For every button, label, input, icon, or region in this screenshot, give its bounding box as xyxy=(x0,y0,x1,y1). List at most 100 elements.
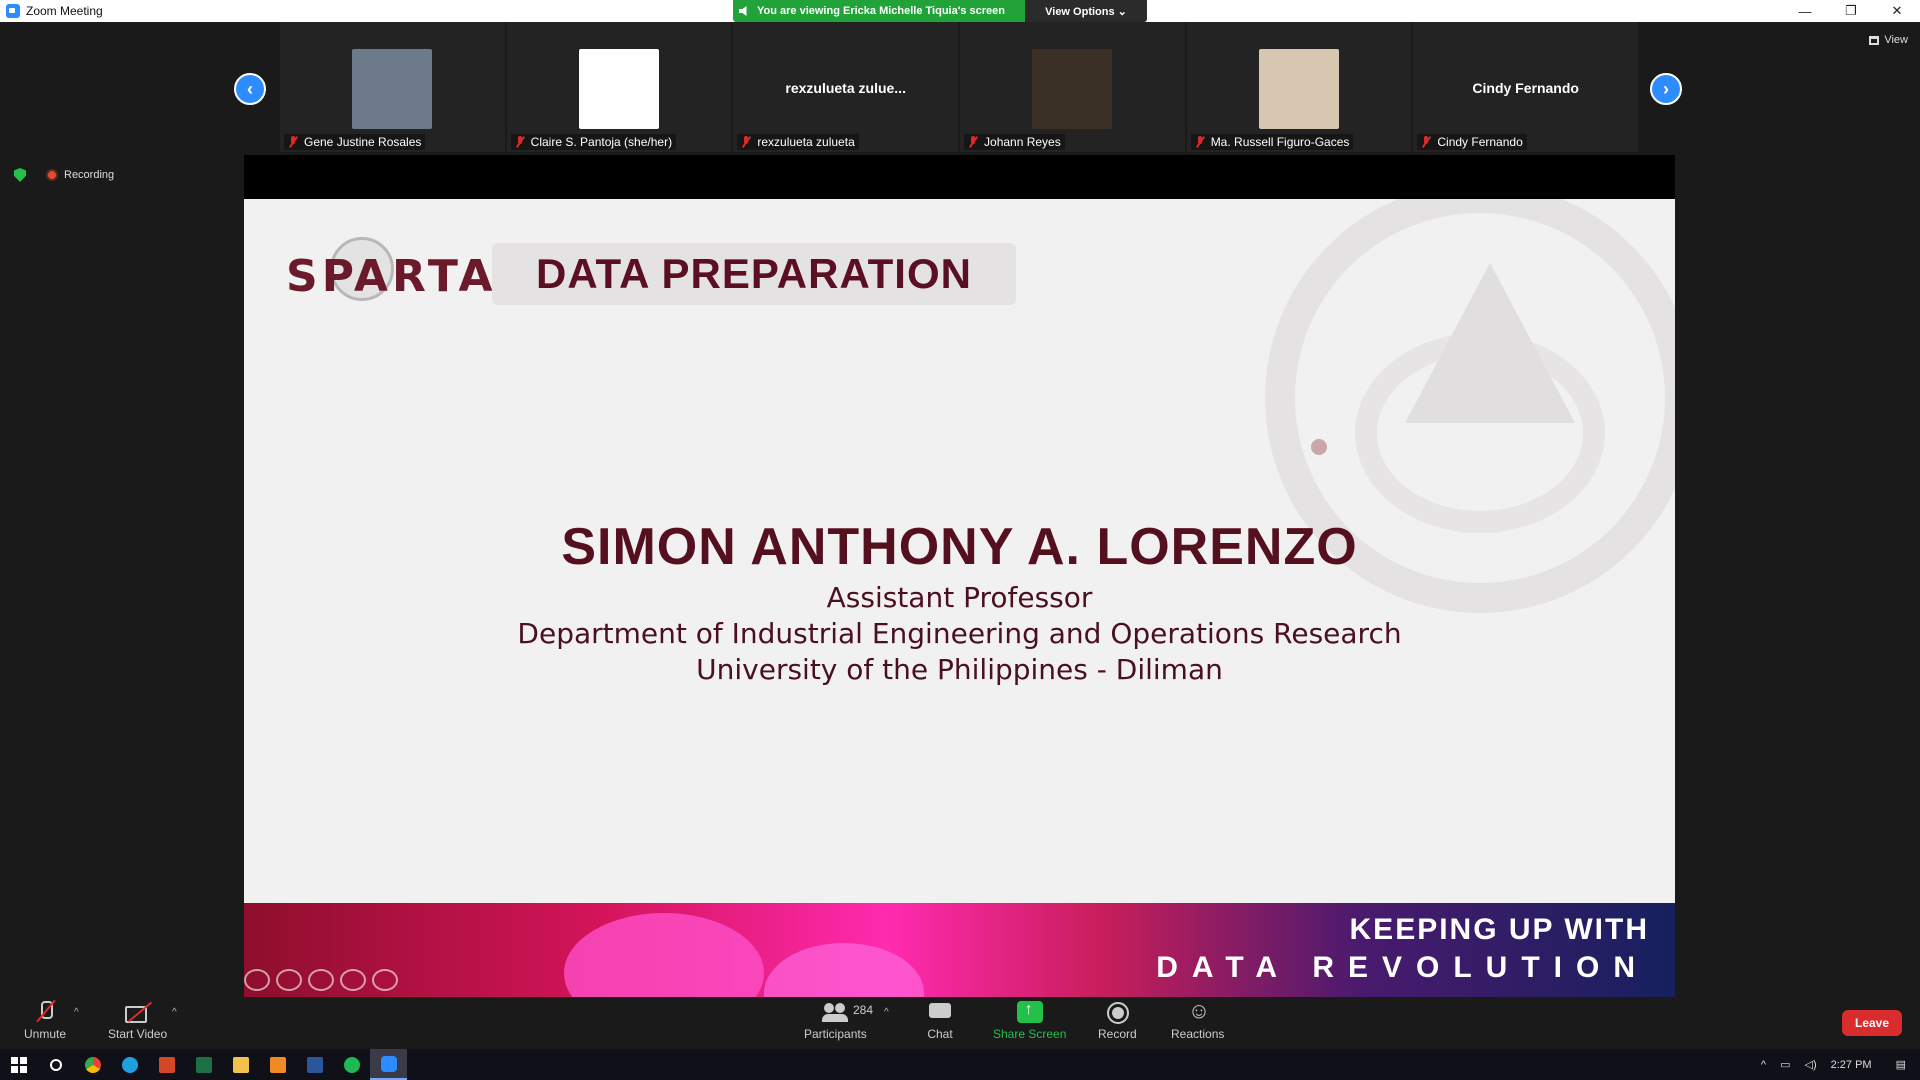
recording-label: Recording xyxy=(64,169,115,181)
section-title-box: DATA PREPARATION xyxy=(492,243,1016,305)
participant-tile[interactable]: Ma. Russell Figuro-Gaces xyxy=(1186,22,1412,152)
participant-label: Ma. Russell Figuro-Gaces xyxy=(1190,134,1354,150)
viewing-text: You are viewing Ericka Michelle Tiquia's… xyxy=(757,5,1005,17)
folder-icon xyxy=(232,1056,249,1073)
record-label: Record xyxy=(1098,1027,1137,1041)
speaker-university: University of the Philippines - Diliman xyxy=(696,653,1223,686)
viewing-banner: You are viewing Ericka Michelle Tiquia's… xyxy=(733,0,1147,22)
windows-logo-icon xyxy=(10,1056,27,1073)
gallery-next-button[interactable]: › xyxy=(1650,73,1682,105)
pen-icon[interactable] xyxy=(276,969,302,991)
shared-screen: SPARTA DATA PREPARATION SIMON ANTHONY A.… xyxy=(244,155,1675,997)
shield-icon[interactable] xyxy=(14,168,26,182)
start-video-button[interactable]: Start Video xyxy=(108,1001,167,1041)
leave-button[interactable]: Leave xyxy=(1842,1010,1902,1036)
window-controls: — ❐ ✕ xyxy=(1782,0,1920,22)
restore-button[interactable]: ❐ xyxy=(1828,0,1874,22)
muted-microphone-icon xyxy=(1195,136,1205,148)
speaker-icon xyxy=(739,6,747,16)
volume-icon[interactable]: ◁) xyxy=(1805,1058,1817,1071)
participant-tile[interactable]: rexzulueta zulue... rexzulueta zulueta xyxy=(733,22,959,152)
reactions-label: Reactions xyxy=(1171,1027,1225,1041)
notifications-icon[interactable]: ▤ xyxy=(1896,1058,1906,1071)
muted-microphone-icon xyxy=(741,136,751,148)
participant-name: rexzulueta zulueta xyxy=(757,135,855,149)
share-screen-label: Share Screen xyxy=(993,1027,1067,1041)
network-icon[interactable]: ▭ xyxy=(1780,1058,1790,1071)
more-options-icon[interactable] xyxy=(340,969,366,991)
taskbar-spotify[interactable] xyxy=(333,1049,370,1080)
unmute-button[interactable]: Unmute xyxy=(24,1001,66,1041)
gallery-prev-button[interactable]: ‹ xyxy=(234,73,266,105)
slides-icon[interactable] xyxy=(308,969,334,991)
sparta-logo: SPARTA xyxy=(286,251,497,302)
grid-icon xyxy=(1869,35,1880,45)
taskbar-excel[interactable] xyxy=(185,1049,222,1080)
reactions-button[interactable]: Reactions xyxy=(1171,998,1225,1041)
windows-taskbar: ^ ▭ ◁) 2:27 PM ▤ xyxy=(0,1049,1920,1080)
participant-video xyxy=(1032,49,1113,129)
powerpoint-icon xyxy=(158,1056,175,1073)
record-button[interactable]: Record xyxy=(1098,1001,1137,1041)
participant-label: Cindy Fernando xyxy=(1417,134,1527,150)
banner-line-1: KEEPING UP WITH xyxy=(1349,913,1649,946)
participant-video xyxy=(578,49,659,129)
meeting-toolbar: Unmute ^ Start Video ^ Participants 284 … xyxy=(0,997,1920,1049)
participant-label: Johann Reyes xyxy=(964,134,1065,150)
slide-footer-banner: KEEPING UP WITH DATA REVOLUTION xyxy=(244,903,1675,997)
participant-name: Claire S. Pantoja (she/her) xyxy=(530,135,673,149)
window-title: Zoom Meeting xyxy=(26,4,103,18)
zoom-icon xyxy=(380,1055,397,1072)
meeting-status: Recording xyxy=(14,168,114,182)
share-screen-button[interactable]: Share Screen xyxy=(993,1001,1066,1041)
view-button[interactable]: View xyxy=(1869,34,1908,46)
participant-tile[interactable]: Claire S. Pantoja (she/her) xyxy=(506,22,732,152)
unmute-label: Unmute xyxy=(24,1027,67,1041)
close-button[interactable]: ✕ xyxy=(1874,0,1920,22)
taskbar-sublime[interactable] xyxy=(259,1049,296,1080)
banner-line-2: DATA REVOLUTION xyxy=(1156,951,1649,984)
word-icon xyxy=(306,1056,323,1073)
taskbar-edge[interactable] xyxy=(111,1049,148,1080)
chat-icon xyxy=(927,1001,953,1023)
chat-button[interactable]: Chat xyxy=(927,1001,953,1041)
video-options-chevron-icon[interactable]: ^ xyxy=(172,1007,177,1018)
sublime-icon xyxy=(269,1056,286,1073)
record-icon xyxy=(1104,1001,1130,1024)
participant-tile[interactable]: Gene Justine Rosales xyxy=(280,22,505,152)
muted-microphone-icon xyxy=(32,1001,58,1023)
taskbar-file-explorer[interactable] xyxy=(222,1049,259,1080)
participant-tile-name: rexzulueta zulue... xyxy=(785,80,906,96)
next-slide-icon[interactable] xyxy=(372,969,398,991)
chat-label: Chat xyxy=(927,1027,953,1041)
viewing-status: You are viewing Ericka Michelle Tiquia's… xyxy=(733,0,1025,22)
participant-name: Gene Justine Rosales xyxy=(304,135,422,149)
participant-name: Cindy Fernando xyxy=(1437,135,1523,149)
minimize-button[interactable]: — xyxy=(1782,0,1828,22)
audio-options-chevron-icon[interactable]: ^ xyxy=(74,1007,79,1018)
participant-name: Ma. Russell Figuro-Gaces xyxy=(1210,135,1350,149)
previous-slide-icon[interactable] xyxy=(244,969,270,991)
start-button[interactable] xyxy=(0,1049,37,1080)
spotify-icon xyxy=(343,1056,360,1073)
participant-label: rexzulueta zulueta xyxy=(737,134,859,150)
recording-dot-icon xyxy=(46,169,58,181)
taskbar-zoom[interactable] xyxy=(370,1049,407,1080)
view-options-button[interactable]: View Options ⌄ xyxy=(1025,0,1147,22)
muted-microphone-icon xyxy=(1421,136,1431,148)
participants-count: 284 xyxy=(853,1003,874,1017)
participant-tile-name: Cindy Fernando xyxy=(1472,80,1579,96)
taskbar-powerpoint[interactable] xyxy=(148,1049,185,1080)
search-icon xyxy=(49,1058,62,1071)
taskbar-search[interactable] xyxy=(37,1049,74,1080)
taskbar-chrome[interactable] xyxy=(74,1049,111,1080)
taskbar-clock[interactable]: 2:27 PM xyxy=(1831,1059,1872,1071)
participant-tile[interactable]: Johann Reyes xyxy=(960,22,1185,152)
speaker-name: SIMON ANTHONY A. LORENZO xyxy=(561,518,1358,576)
participants-chevron-icon[interactable]: ^ xyxy=(884,1007,889,1018)
taskbar-word[interactable] xyxy=(296,1049,333,1080)
edge-icon xyxy=(121,1056,138,1073)
participant-tile[interactable]: Cindy Fernando Cindy Fernando xyxy=(1413,22,1639,152)
tray-chevron-icon[interactable]: ^ xyxy=(1761,1059,1766,1071)
video-off-icon xyxy=(124,1001,151,1023)
